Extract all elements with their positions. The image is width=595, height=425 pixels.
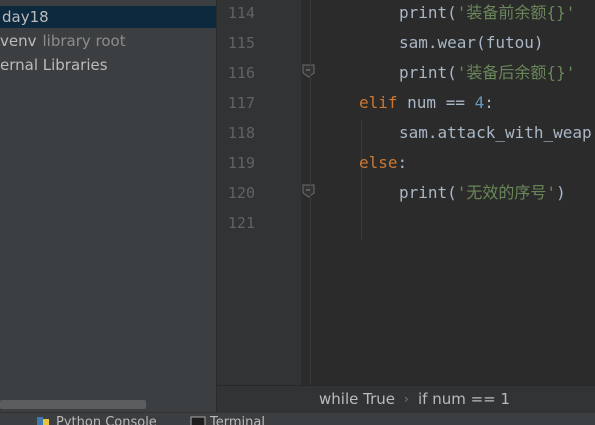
tab-terminal[interactable]: Terminal — [210, 414, 265, 425]
code-keyword: elif — [359, 93, 398, 112]
line-number: 119 — [227, 154, 255, 172]
fold-end-icon[interactable] — [302, 64, 315, 78]
code-token: num == — [397, 93, 475, 112]
code-token: : — [484, 93, 494, 112]
line-number: 116 — [227, 64, 255, 82]
line-number: 114 — [227, 4, 255, 22]
code-line-120: print('无效的序号') — [399, 178, 566, 208]
sidebar-horizontal-scrollbar[interactable] — [0, 400, 146, 409]
code-token: print( — [399, 183, 457, 202]
code-line-118: sam.attack_with_weap — [399, 123, 592, 142]
tree-item-label: ernal Libraries — [0, 56, 108, 74]
tree-item-external-libraries[interactable]: ernal Libraries — [0, 54, 108, 76]
code-line-116: print('装备后余额{}' — [399, 58, 575, 88]
tree-item-label: day18 — [2, 8, 49, 26]
code-string: '装备前余额{}' — [456, 3, 576, 22]
tree-item-day18[interactable]: day18 — [0, 6, 216, 28]
code-line-117: elif num == 4: — [359, 88, 494, 118]
breadcrumb: while True › if num == 1 — [217, 385, 595, 412]
line-number: 120 — [227, 184, 255, 202]
breadcrumb-item[interactable]: while True — [319, 386, 395, 413]
breadcrumb-separator: › — [404, 392, 409, 406]
indent-guide — [361, 120, 362, 240]
python-console-icon — [37, 417, 49, 425]
line-number: 118 — [227, 124, 255, 142]
code-token: ) — [556, 183, 566, 202]
code-token: print( — [399, 63, 457, 82]
code-number: 4 — [474, 93, 485, 112]
code-line-115: sam.wear(futou) — [399, 33, 544, 52]
code-line-119: else: — [359, 148, 407, 178]
code-token: print( — [399, 3, 457, 22]
code-string: '装备后余额{}' — [456, 63, 576, 82]
tree-item-venv[interactable]: venv library root — [0, 30, 126, 52]
fold-end-icon[interactable] — [302, 184, 315, 198]
code-keyword: else — [359, 153, 398, 172]
code-line-114: print('装备前余额{}' — [399, 0, 575, 28]
tree-item-suffix: library root — [42, 32, 126, 50]
breadcrumb-item[interactable]: if num == 1 — [418, 386, 510, 413]
terminal-icon — [190, 416, 206, 425]
line-number: 115 — [227, 34, 255, 52]
project-sidebar: day18 venv library root ernal Libraries — [0, 0, 216, 412]
line-number: 121 — [227, 214, 255, 232]
tool-window-bar: Python Console Terminal — [0, 412, 595, 425]
code-string: '无效的序号' — [456, 183, 557, 202]
tree-item-label: venv — [0, 32, 37, 50]
code-token: : — [397, 153, 408, 172]
tab-python-console[interactable]: Python Console — [56, 414, 157, 425]
line-number: 117 — [227, 94, 255, 112]
indent-guide — [310, 0, 311, 385]
